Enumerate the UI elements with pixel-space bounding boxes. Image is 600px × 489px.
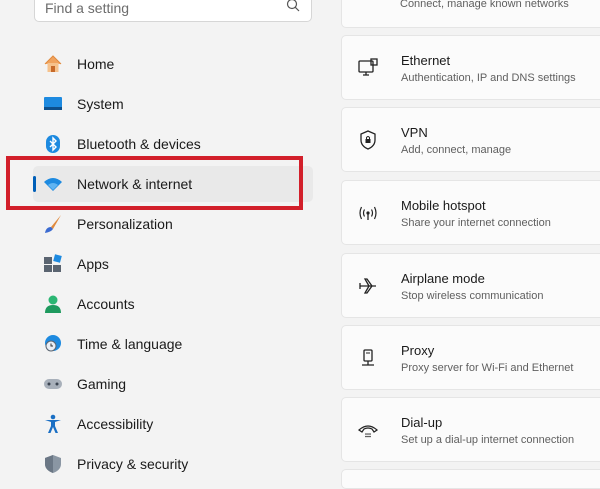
settings-card-dial-up[interactable]: Dial-up Set up a dial-up internet connec…: [341, 397, 600, 462]
proxy-icon: [357, 347, 379, 369]
shield-icon: [43, 454, 63, 474]
card-subtitle: Proxy server for Wi-Fi and Ethernet: [401, 362, 574, 374]
sidebar-item-label: Time & language: [77, 336, 183, 352]
sidebar-item-label: Privacy & security: [77, 456, 189, 472]
sidebar-item-accounts[interactable]: Accounts: [33, 286, 313, 322]
home-icon: [43, 54, 63, 74]
sidebar-item-label: Accounts: [77, 296, 135, 312]
sidebar-item-accessibility[interactable]: Accessibility: [33, 406, 313, 442]
brush-icon: [43, 214, 63, 234]
sidebar-item-label: Gaming: [77, 376, 127, 392]
sidebar-item-privacy[interactable]: Privacy & security: [33, 446, 313, 482]
search-input[interactable]: Find a setting: [34, 0, 312, 22]
airplane-icon: [357, 275, 379, 297]
card-subtitle: Share your internet connection: [401, 217, 551, 229]
card-title: Ethernet: [401, 53, 451, 68]
settings-card-next[interactable]: [341, 469, 600, 489]
sidebar-item-label: Accessibility: [77, 416, 154, 432]
sidebar-item-home[interactable]: Home: [33, 46, 313, 82]
sidebar-item-label: Bluetooth & devices: [77, 136, 201, 152]
search-icon: [285, 0, 301, 18]
dialup-icon: [357, 419, 379, 441]
card-title: Mobile hotspot: [401, 198, 486, 213]
sidebar-item-label: System: [77, 96, 124, 112]
card-subtitle: Authentication, IP and DNS settings: [401, 72, 576, 84]
hotspot-icon: [357, 202, 379, 224]
apps-icon: [43, 254, 63, 274]
highlight-box: [6, 156, 303, 210]
gamepad-icon: [43, 374, 63, 394]
sidebar-item-label: Apps: [77, 256, 109, 272]
sidebar-item-personalization[interactable]: Personalization: [33, 206, 313, 242]
sidebar-item-time-language[interactable]: Time & language: [33, 326, 313, 362]
settings-card-airplane-mode[interactable]: Airplane mode Stop wireless communicatio…: [341, 253, 600, 318]
ethernet-icon: [357, 57, 379, 79]
system-icon: [43, 94, 63, 114]
sidebar-item-system[interactable]: System: [33, 86, 313, 122]
settings-card-proxy[interactable]: Proxy Proxy server for Wi-Fi and Etherne…: [341, 325, 600, 390]
settings-card-vpn[interactable]: VPN Add, connect, manage: [341, 107, 600, 172]
bluetooth-icon: [43, 134, 63, 154]
card-subtitle: Add, connect, manage: [401, 144, 512, 156]
card-title: Airplane mode: [401, 271, 485, 286]
sidebar-item-label: Personalization: [77, 216, 173, 232]
vpn-shield-icon: [357, 129, 379, 151]
card-subtitle: Stop wireless communication: [401, 290, 544, 302]
settings-card-ethernet[interactable]: Ethernet Authentication, IP and DNS sett…: [341, 35, 600, 100]
card-title: Dial-up: [401, 415, 443, 430]
card-title: VPN: [401, 125, 428, 140]
search-placeholder: Find a setting: [45, 0, 130, 16]
card-title: Proxy: [401, 343, 435, 358]
person-icon: [43, 294, 63, 314]
settings-card-mobile-hotspot[interactable]: Mobile hotspot Share your internet conne…: [341, 180, 600, 245]
sidebar-item-gaming[interactable]: Gaming: [33, 366, 313, 402]
accessibility-icon: [43, 414, 63, 434]
card-subtitle: Set up a dial-up internet connection: [401, 434, 575, 446]
sidebar-item-apps[interactable]: Apps: [33, 246, 313, 282]
sidebar-item-label: Home: [77, 56, 115, 72]
card-subtitle: Connect, manage known networks: [400, 0, 569, 10]
clock-globe-icon: [43, 334, 63, 354]
